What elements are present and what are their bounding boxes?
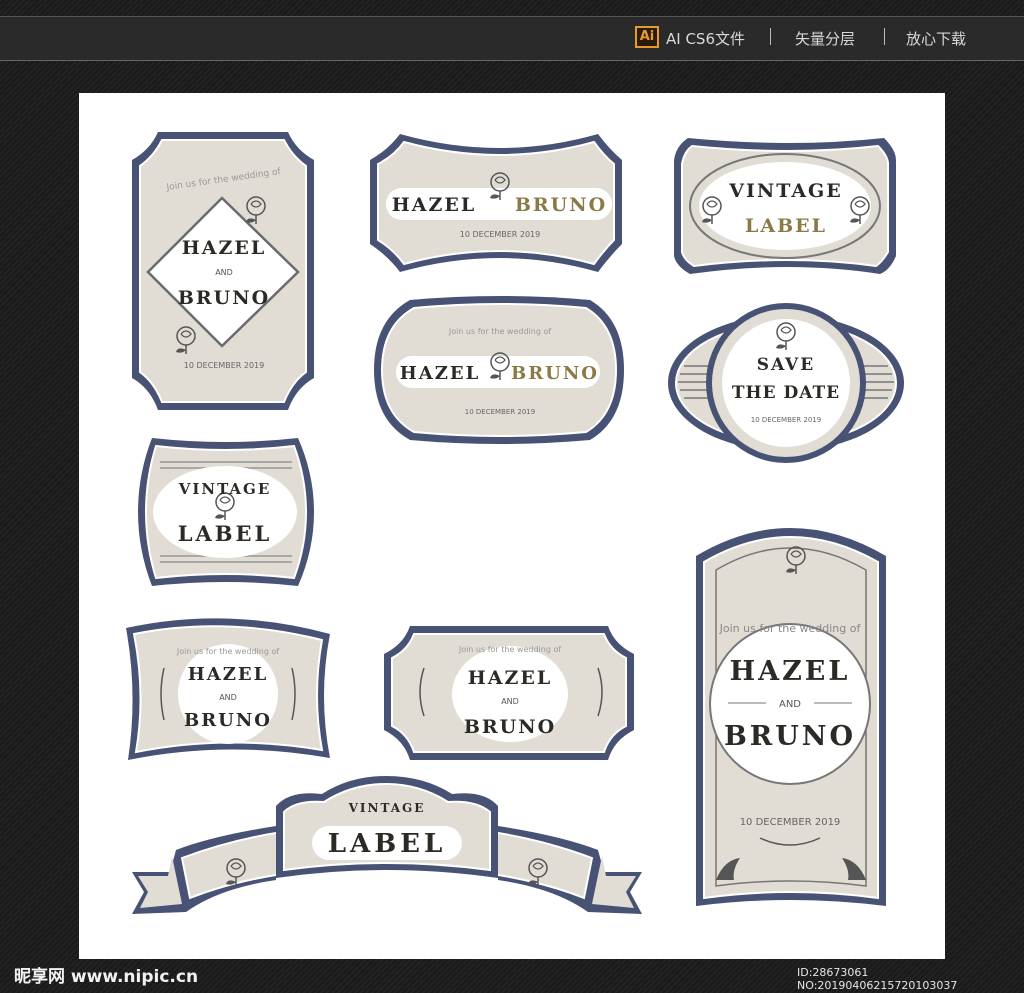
label-center-scalloped: Join us for the wedding of HAZEL AND BRU… xyxy=(384,626,634,760)
and-text: AND xyxy=(501,697,519,706)
the-date-text: THE DATE xyxy=(732,383,840,403)
label-top-right: VINTAGE LABEL xyxy=(674,138,896,274)
label-curved-left: Join us for the wedding of HAZEL AND BRU… xyxy=(126,618,330,760)
invite-text: Join us for the wedding of xyxy=(448,327,552,336)
date-text: 10 DECEMBER 2019 xyxy=(751,416,821,424)
label-vintage-small: VINTAGE LABEL xyxy=(138,438,314,586)
and-text: AND xyxy=(219,693,237,702)
label-text: LABEL xyxy=(178,521,273,546)
label-text: LABEL xyxy=(745,215,827,237)
invite-text: Join us for the wedding of xyxy=(176,647,280,656)
vintage-text: VINTAGE xyxy=(178,480,272,498)
invite-text: Join us for the wedding of xyxy=(719,622,862,635)
label-save-the-date: SAVE THE DATE 10 DECEMBER 2019 xyxy=(668,303,904,463)
label-top-middle: HAZEL BRUNO 10 DECEMBER 2019 xyxy=(370,134,622,272)
bride-name: HAZEL xyxy=(400,363,481,384)
groom-name: BRUNO xyxy=(515,194,607,216)
label-text: LABEL xyxy=(328,829,447,859)
groom-name: BRUNO xyxy=(464,716,556,738)
vintage-text: VINTAGE xyxy=(348,801,426,815)
date-text: 10 DECEMBER 2019 xyxy=(460,230,540,239)
bride-name: HAZEL xyxy=(182,237,266,259)
date-text: 10 DECEMBER 2019 xyxy=(465,408,535,416)
bride-name: HAZEL xyxy=(730,656,851,687)
label-tall-left: Join us for the wedding of HAZEL AND BRU… xyxy=(132,132,314,410)
bride-name: HAZEL xyxy=(392,194,476,216)
date-text: 10 DECEMBER 2019 xyxy=(740,817,841,828)
groom-name: BRUNO xyxy=(184,710,272,731)
bride-name: HAZEL xyxy=(188,664,269,685)
vintage-text: VINTAGE xyxy=(728,180,843,202)
label-middle-oval: Join us for the wedding of HAZEL BRUNO 1… xyxy=(374,296,624,444)
groom-name: BRUNO xyxy=(724,721,856,752)
bride-name: HAZEL xyxy=(468,667,552,689)
and-text: AND xyxy=(779,699,801,710)
groom-name: BRUNO xyxy=(178,287,270,309)
save-text: SAVE xyxy=(757,355,815,375)
date-text: 10 DECEMBER 2019 xyxy=(184,361,264,370)
invite-text: Join us for the wedding of xyxy=(458,645,562,654)
watermark-logo: 昵享网 www.nipic.cn xyxy=(14,967,199,987)
groom-name: BRUNO xyxy=(511,363,599,384)
label-collection: Join us for the wedding of HAZEL AND BRU… xyxy=(126,132,904,914)
watermark-id: ID:28673061 NO:20190406215720103037 xyxy=(797,966,958,992)
and-text: AND xyxy=(215,268,233,277)
label-tall-right: Join us for the wedding of HAZEL AND BRU… xyxy=(696,528,886,906)
label-ribbon-banner: VINTAGE LABEL xyxy=(132,776,642,914)
